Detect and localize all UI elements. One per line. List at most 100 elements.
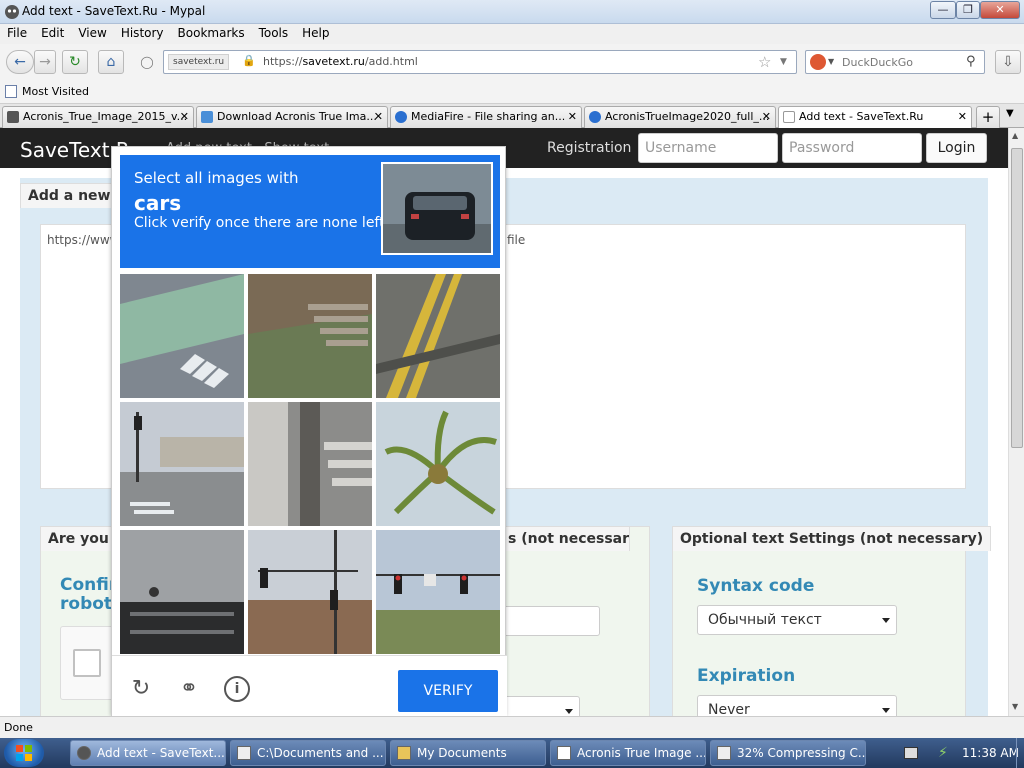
taskbar-item-compressing[interactable]: 32% Compressing C...: [710, 740, 866, 766]
expiration-label: Expiration: [697, 666, 796, 686]
captcha-tile-1[interactable]: [120, 274, 244, 398]
new-tab-button[interactable]: +: [976, 106, 1000, 128]
vertical-scrollbar[interactable]: ▲ ▼: [1008, 128, 1024, 716]
mid-text-input[interactable]: [500, 606, 600, 636]
site-identity-badge[interactable]: savetext.ru: [168, 54, 230, 70]
tab-favicon-icon: [7, 111, 19, 123]
search-bar[interactable]: ▼ DuckDuckGo ⚲: [805, 50, 985, 74]
captcha-footer: ↻ ⚭ i VERIFY: [112, 655, 507, 717]
window-titlebar: Add text - SaveText.Ru - Mypal — ❐ ✕: [0, 0, 1024, 24]
status-bar: Done: [0, 716, 1024, 738]
shield-icon[interactable]: ◯: [137, 52, 157, 72]
tab-list-dropdown-icon[interactable]: ▼: [1006, 108, 1014, 119]
menu-file[interactable]: File: [0, 24, 34, 40]
network-icon[interactable]: ⚡: [938, 745, 954, 761]
captcha-sample-image: [381, 162, 493, 255]
minimize-button[interactable]: —: [930, 1, 956, 19]
captcha-tile-9[interactable]: [376, 530, 500, 654]
tab-acronis-2015[interactable]: Acronis_True_Image_2015_v... ✕: [2, 106, 194, 128]
duckduckgo-icon[interactable]: [810, 54, 826, 70]
chevron-down-icon: [882, 708, 890, 713]
menu-help[interactable]: Help: [295, 24, 336, 40]
login-button[interactable]: Login: [926, 133, 987, 163]
taskbar-label: C:\Documents and ...: [257, 746, 384, 760]
recaptcha-checkbox[interactable]: [73, 649, 101, 677]
system-clock[interactable]: 11:38 AM: [962, 746, 1019, 760]
tab-favicon-icon: [783, 111, 795, 123]
registration-link[interactable]: Registration: [547, 140, 631, 156]
captcha-tile-6[interactable]: [376, 402, 500, 526]
expiration-select[interactable]: Never: [697, 695, 897, 716]
maximize-button[interactable]: ❐: [956, 1, 980, 19]
lock-icon: 🔒: [242, 54, 256, 67]
windows-logo-icon: [16, 745, 32, 761]
mid-select[interactable]: [500, 696, 580, 716]
home-button[interactable]: ⌂: [98, 50, 124, 74]
start-button[interactable]: [4, 739, 44, 767]
crosswalk-image: [120, 274, 244, 398]
info-icon[interactable]: i: [224, 676, 250, 702]
address-bar[interactable]: savetext.ru 🔒 https://savetext.ru/add.ht…: [163, 50, 797, 74]
tab-download-acronis[interactable]: Download Acronis True Ima... ✕: [196, 106, 388, 128]
bookmark-star-icon[interactable]: ☆: [758, 53, 771, 71]
password-input[interactable]: Password: [782, 133, 922, 163]
tab-close-icon[interactable]: ✕: [180, 107, 189, 127]
search-engine-dropdown-icon[interactable]: ▼: [828, 57, 834, 66]
windows-taskbar: Add text - SaveText.... C:\Documents and…: [0, 738, 1024, 768]
verify-button[interactable]: VERIFY: [398, 670, 498, 712]
menu-view[interactable]: View: [71, 24, 113, 40]
menu-history[interactable]: History: [114, 24, 171, 40]
refresh-icon[interactable]: ↻: [128, 676, 154, 702]
keyboard-icon[interactable]: [904, 747, 918, 759]
captcha-tile-4[interactable]: [120, 402, 244, 526]
taskbar-item-my-documents[interactable]: My Documents: [390, 740, 546, 766]
close-window-button[interactable]: ✕: [980, 1, 1020, 19]
tab-label: MediaFire - File sharing an...: [411, 110, 566, 123]
tab-close-icon[interactable]: ✕: [958, 107, 967, 127]
window-title: Add text - SaveText.Ru - Mypal: [22, 4, 206, 18]
url-host: savetext.ru: [302, 55, 365, 68]
tab-label: Add text - SaveText.Ru: [799, 110, 924, 123]
textarea-content-right: file: [507, 233, 526, 247]
bookmark-most-visited[interactable]: Most Visited: [22, 85, 89, 98]
balcony-building-image: [120, 530, 244, 654]
url-path: /add.html: [364, 55, 418, 68]
taskbar-item-7zip-folder[interactable]: C:\Documents and ...: [230, 740, 386, 766]
taskbar-item-acronis[interactable]: Acronis True Image ...: [550, 740, 706, 766]
scroll-up-icon[interactable]: ▲: [1012, 131, 1018, 140]
tab-favicon-icon: [201, 111, 213, 123]
home-icon: ⌂: [106, 54, 116, 70]
downloads-button[interactable]: ⇩: [995, 50, 1021, 74]
tab-close-icon[interactable]: ✕: [568, 107, 577, 127]
tab-close-icon[interactable]: ✕: [762, 107, 771, 127]
tab-mediafire[interactable]: MediaFire - File sharing an... ✕: [390, 106, 582, 128]
back-button[interactable]: ←: [6, 50, 34, 74]
captcha-tile-7[interactable]: [120, 530, 244, 654]
captcha-tile-8[interactable]: [248, 530, 372, 654]
scroll-down-icon[interactable]: ▼: [1012, 702, 1018, 711]
captcha-header: Select all images with cars Click verify…: [120, 155, 500, 268]
tab-close-icon[interactable]: ✕: [374, 107, 383, 127]
url-dropdown-icon[interactable]: ▼: [780, 57, 787, 67]
menu-tools[interactable]: Tools: [252, 24, 296, 40]
road-lines-image: [376, 274, 500, 398]
tab-acronis-2020[interactable]: AcronisTrueImage2020_full_... ✕: [584, 106, 776, 128]
headphones-icon[interactable]: ⚭: [176, 676, 202, 702]
tab-add-text[interactable]: Add text - SaveText.Ru ✕: [778, 106, 972, 129]
traffic-signals-image: [376, 530, 500, 654]
forward-button[interactable]: →: [34, 50, 56, 74]
reload-button[interactable]: ↻: [62, 50, 88, 74]
show-desktop-button[interactable]: [1016, 738, 1024, 768]
captcha-tile-3[interactable]: [376, 274, 500, 398]
captcha-tile-2[interactable]: [248, 274, 372, 398]
taskbar-item-browser[interactable]: Add text - SaveText....: [70, 740, 226, 766]
search-icon[interactable]: ⚲: [966, 54, 976, 69]
scrollbar-thumb[interactable]: [1011, 148, 1023, 448]
url-text[interactable]: https://savetext.ru/add.html: [263, 55, 418, 68]
7zip-icon: [717, 746, 731, 760]
username-input[interactable]: Username: [638, 133, 778, 163]
syntax-select[interactable]: Обычный текст: [697, 605, 897, 635]
menu-edit[interactable]: Edit: [34, 24, 71, 40]
captcha-tile-5[interactable]: [248, 402, 372, 526]
menu-bookmarks[interactable]: Bookmarks: [171, 24, 252, 40]
